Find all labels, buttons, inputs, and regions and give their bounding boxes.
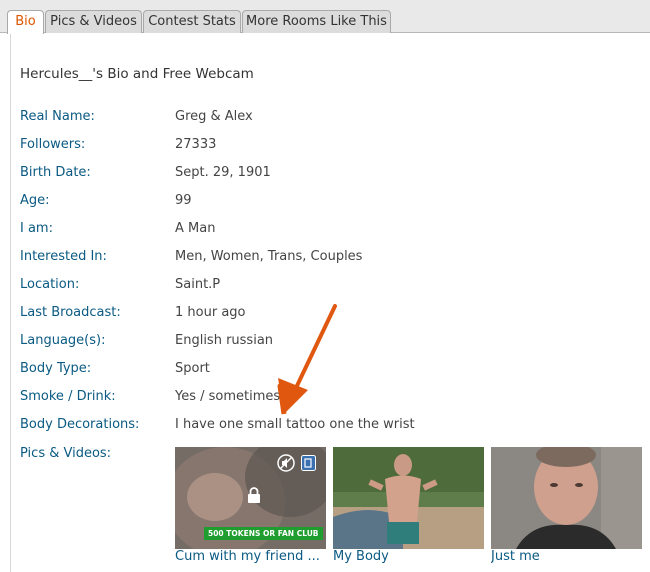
tab-more-rooms[interactable]: More Rooms Like This [242, 10, 391, 33]
value-i-am: A Man [175, 221, 216, 236]
label-age: Age: [20, 193, 50, 208]
tab-contest-stats[interactable]: Contest Stats [143, 10, 241, 33]
muted-audio-icon [277, 454, 295, 472]
label-i-am: I am: [20, 221, 53, 236]
label-body-decorations: Body Decorations: [20, 417, 140, 432]
lock-icon [248, 487, 260, 503]
media-thumb-just-me[interactable] [491, 447, 642, 549]
caption-media-2[interactable]: My Body [333, 549, 488, 564]
label-followers: Followers: [20, 137, 86, 152]
label-last-broadcast: Last Broadcast: [20, 305, 121, 320]
video-icon [301, 455, 316, 471]
label-pics-videos: Pics & Videos: [20, 446, 112, 461]
tab-pics-videos[interactable]: Pics & Videos [45, 10, 142, 33]
just-me-thumbnail [491, 447, 642, 549]
value-languages: English russian [175, 333, 274, 348]
label-interested-in: Interested In: [20, 249, 107, 264]
tab-bio[interactable]: Bio [7, 10, 44, 34]
label-smoke-drink: Smoke / Drink: [20, 389, 116, 404]
value-body-type: Sport [175, 361, 210, 376]
media-thumb-locked-video[interactable]: 500 TOKENS OR FAN CLUB [175, 447, 326, 549]
caption-media-3[interactable]: Just me [491, 549, 646, 564]
label-birth-date: Birth Date: [20, 165, 91, 180]
token-badge: 500 TOKENS OR FAN CLUB [204, 527, 323, 540]
tab-bar: Bio Pics & Videos Contest Stats More Roo… [0, 0, 650, 34]
label-body-type: Body Type: [20, 361, 92, 376]
my-body-thumbnail [333, 447, 484, 549]
media-thumb-my-body[interactable] [333, 447, 484, 549]
value-followers: 27333 [175, 137, 217, 152]
value-age: 99 [175, 193, 192, 208]
value-interested-in: Men, Women, Trans, Couples [175, 249, 363, 264]
value-smoke-drink: Yes / sometimes [175, 389, 281, 404]
value-last-broadcast: 1 hour ago [175, 305, 246, 320]
value-location: Saint.P [175, 277, 221, 292]
label-real-name: Real Name: [20, 109, 95, 124]
value-real-name: Greg & Alex [175, 109, 253, 124]
label-languages: Language(s): [20, 333, 106, 348]
annotation-arrow-icon [277, 304, 337, 415]
caption-media-1[interactable]: Cum with my friend ... [175, 549, 330, 564]
value-birth-date: Sept. 29, 1901 [175, 165, 271, 180]
page-title: Hercules__'s Bio and Free Webcam [20, 66, 254, 82]
label-location: Location: [20, 277, 80, 292]
